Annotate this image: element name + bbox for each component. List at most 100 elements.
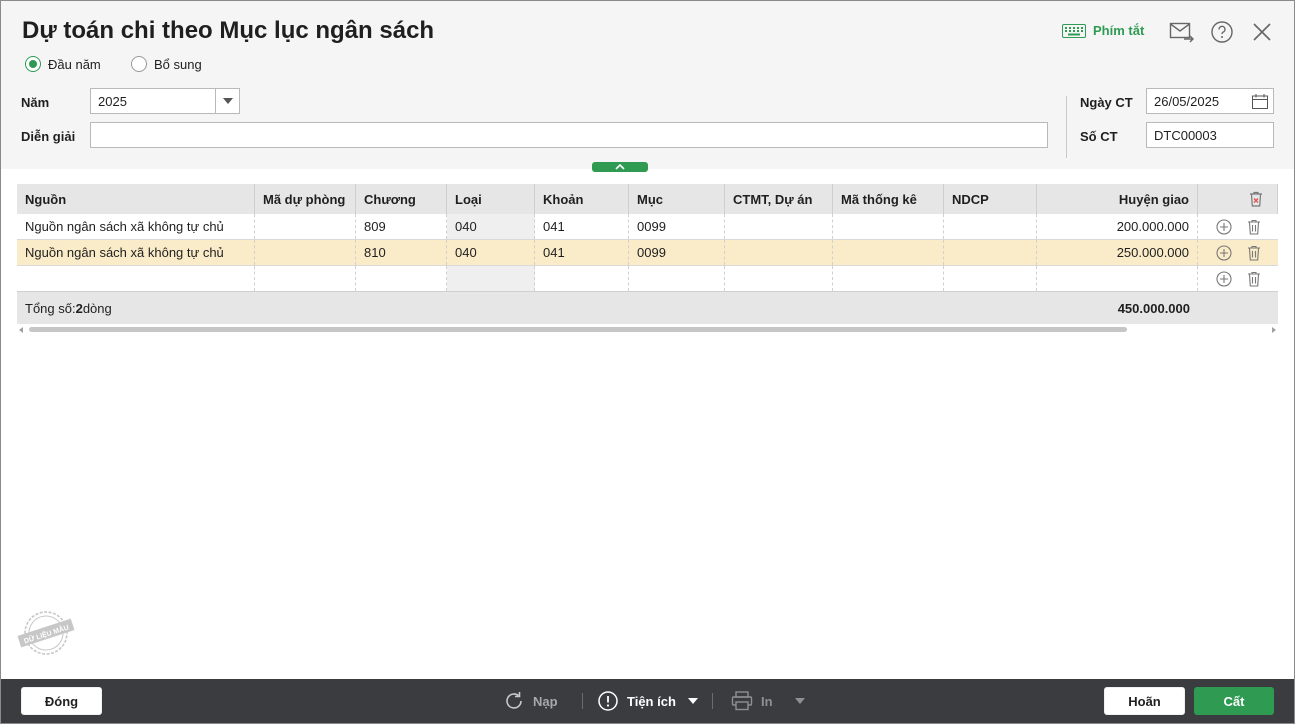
col-header-ctmt[interactable]: CTMT, Dự án xyxy=(725,184,833,214)
cell-nguon[interactable]: Nguồn ngân sách xã không tự chủ xyxy=(17,214,255,239)
cell-ctmt[interactable] xyxy=(725,240,833,265)
close-dialog-button[interactable] xyxy=(1249,19,1275,45)
col-header-khoan[interactable]: Khoản xyxy=(535,184,629,214)
cell-muc[interactable]: 0099 xyxy=(629,214,725,239)
col-header-ndcp[interactable]: NDCP xyxy=(944,184,1037,214)
col-header-ma-thong-ke[interactable]: Mã thống kê xyxy=(833,184,944,214)
add-row-icon[interactable] xyxy=(1215,270,1232,287)
radio-bo-sung[interactable]: Bổ sung xyxy=(131,56,202,72)
cell-ndcp[interactable] xyxy=(944,240,1037,265)
cell-khoan[interactable] xyxy=(535,266,629,291)
cell-muc[interactable]: 0099 xyxy=(629,240,725,265)
cell-ma-du-phong[interactable] xyxy=(255,214,356,239)
delete-all-button[interactable] xyxy=(1198,184,1278,214)
scrollbar-thumb[interactable] xyxy=(29,327,1127,332)
doc-no-label: Số CT xyxy=(1080,129,1118,144)
caret-down-icon xyxy=(222,98,233,104)
scroll-left-icon[interactable] xyxy=(19,327,24,333)
cell-ma-du-phong[interactable] xyxy=(255,266,356,291)
cell-khoan[interactable]: 041 xyxy=(535,214,629,239)
radio-dau-nam[interactable]: Đầu năm xyxy=(25,56,101,72)
year-dropdown-button[interactable] xyxy=(215,89,239,113)
cell-ctmt[interactable] xyxy=(725,266,833,291)
table-row-empty[interactable] xyxy=(17,266,1278,292)
cell-ma-thong-ke[interactable] xyxy=(833,266,944,291)
dialog-footer: Đóng Nạp Tiện ích In Hoãn Cất xyxy=(1,679,1294,723)
col-header-nguon[interactable]: Nguồn xyxy=(17,184,255,214)
doc-no-input[interactable]: DTC00003 xyxy=(1146,122,1274,148)
total-count: 2 xyxy=(75,300,83,316)
cell-huyen-giao[interactable]: 250.000.000 xyxy=(1037,240,1198,265)
radio-dau-nam-label: Đầu năm xyxy=(48,56,101,72)
cell-nguon[interactable]: Nguồn ngân sách xã không tự chủ xyxy=(17,240,255,265)
date-input[interactable]: 26/05/2025 xyxy=(1146,88,1274,114)
cell-loai xyxy=(447,266,535,291)
cell-chuong[interactable] xyxy=(356,266,447,291)
print-button[interactable]: In xyxy=(731,689,805,713)
scroll-right-icon[interactable] xyxy=(1271,327,1276,333)
delete-row-icon[interactable] xyxy=(1247,219,1261,235)
col-header-muc[interactable]: Mục xyxy=(629,184,725,214)
col-header-ma-du-phong[interactable]: Mã dự phòng xyxy=(255,184,356,214)
col-header-loai[interactable]: Loại xyxy=(447,184,535,214)
table-row[interactable]: Nguồn ngân sách xã không tự chủ 809 040 … xyxy=(17,214,1278,240)
col-header-chuong[interactable]: Chương xyxy=(356,184,447,214)
cell-ma-thong-ke[interactable] xyxy=(833,240,944,265)
caret-down-icon xyxy=(687,698,698,704)
caret-down-icon xyxy=(794,698,805,704)
utilities-button[interactable]: Tiện ích xyxy=(597,689,698,713)
cell-chuong[interactable]: 809 xyxy=(356,214,447,239)
sample-data-stamp: DỮ LIỆU MẪU xyxy=(14,608,78,661)
sample-data-stamp-icon: DỮ LIỆU MẪU xyxy=(17,611,75,655)
cell-chuong[interactable]: 810 xyxy=(356,240,447,265)
total-value: 450.000.000 xyxy=(1117,300,1190,316)
cancel-button[interactable]: Hoãn xyxy=(1104,687,1185,715)
reload-button[interactable]: Nạp xyxy=(503,689,558,713)
refresh-icon xyxy=(506,692,522,709)
year-combobox[interactable]: 2025 xyxy=(90,88,240,114)
doc-no-value: DTC00003 xyxy=(1154,127,1217,143)
delete-row-icon[interactable] xyxy=(1247,271,1261,287)
total-count-text: Tổng số: 2 dòng xyxy=(17,292,917,324)
grid-header-row: Nguồn Mã dự phòng Chương Loại Khoản Mục … xyxy=(17,184,1278,214)
row-actions xyxy=(1198,214,1278,239)
save-button[interactable]: Cất xyxy=(1194,687,1274,715)
cell-huyen-giao[interactable] xyxy=(1037,266,1198,291)
description-input[interactable] xyxy=(90,122,1048,148)
cell-ndcp[interactable] xyxy=(944,214,1037,239)
cell-muc[interactable] xyxy=(629,266,725,291)
cell-khoan[interactable]: 041 xyxy=(535,240,629,265)
cell-ma-du-phong[interactable] xyxy=(255,240,356,265)
date-value: 26/05/2025 xyxy=(1154,93,1220,109)
add-row-icon[interactable] xyxy=(1215,244,1232,261)
collapse-header-button[interactable] xyxy=(592,162,648,172)
dialog-header: Dự toán chi theo Mục lục ngân sách Phím … xyxy=(1,1,1294,169)
radio-checked-indicator xyxy=(25,56,41,72)
total-spacer xyxy=(1198,292,1278,324)
radio-unchecked-indicator xyxy=(131,56,147,72)
total-suffix: dòng xyxy=(82,300,112,316)
row-actions xyxy=(1198,240,1278,265)
close-button[interactable]: Đóng xyxy=(21,687,102,715)
print-label: In xyxy=(761,693,773,709)
horizontal-scrollbar[interactable] xyxy=(17,326,1278,334)
add-row-icon[interactable] xyxy=(1215,218,1232,235)
cell-ctmt[interactable] xyxy=(725,214,833,239)
delete-all-icon xyxy=(1250,191,1262,207)
send-mail-button[interactable] xyxy=(1169,19,1195,45)
description-label: Diễn giải xyxy=(21,129,76,144)
cell-nguon[interactable] xyxy=(17,266,255,291)
info-icon xyxy=(598,691,618,711)
shortcut-button[interactable]: Phím tắt xyxy=(1062,23,1144,38)
table-row[interactable]: Nguồn ngân sách xã không tự chủ 810 040 … xyxy=(17,240,1278,266)
calendar-button[interactable] xyxy=(1252,94,1268,112)
col-header-huyen-giao[interactable]: Huyện giao xyxy=(1037,184,1198,214)
year-label: Năm xyxy=(21,95,50,110)
delete-row-icon[interactable] xyxy=(1247,245,1261,261)
footer-separator xyxy=(712,693,713,709)
cell-ma-thong-ke[interactable] xyxy=(833,214,944,239)
help-button[interactable] xyxy=(1209,19,1235,45)
cell-loai: 040 xyxy=(447,214,535,239)
cell-ndcp[interactable] xyxy=(944,266,1037,291)
cell-huyen-giao[interactable]: 200.000.000 xyxy=(1037,214,1198,239)
